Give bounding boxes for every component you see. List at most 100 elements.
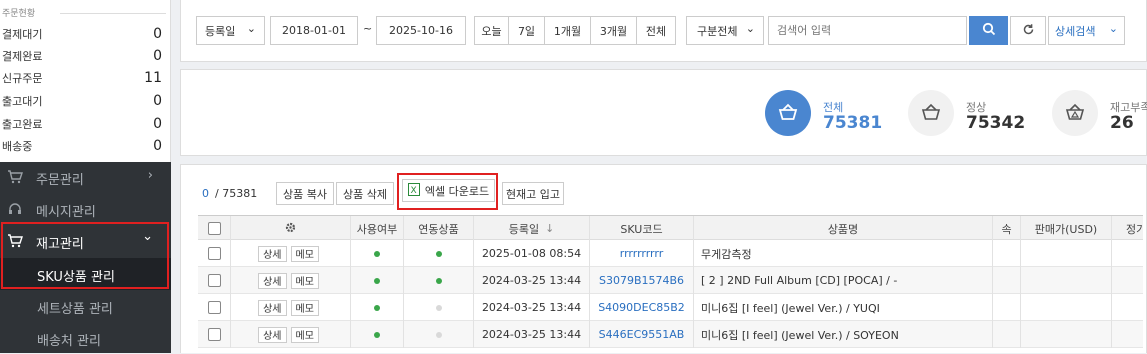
memo-button[interactable]: 메모 [290,299,319,316]
row-checkbox[interactable] [207,247,221,260]
cell-p2 [1112,240,1143,267]
detail-button[interactable]: 상세 [258,326,287,343]
header-settings[interactable] [231,216,351,241]
select-all-checkbox[interactable] [207,222,221,235]
table-row[interactable]: 상세 메모 2024-03-25 13:44 S446EC9551AB 미니6집 [I … [198,321,1143,348]
advanced-search-label: 상세검색 [1055,24,1096,38]
period-all-button[interactable]: 전체 [636,16,676,45]
status-dot [374,331,380,338]
summary-row-new-order[interactable]: 신규주문 11 [2,67,162,89]
reset-button[interactable] [1010,16,1046,45]
stat-low-stock-badge[interactable] [1052,90,1098,136]
memo-button[interactable]: 메모 [290,326,319,343]
stat-total-badge[interactable] [765,90,811,136]
cell-sku-link[interactable]: rrrrrrrrrr [590,240,694,267]
row-checkbox[interactable] [207,274,221,287]
chevron-right-icon: › [147,168,153,183]
cell-attr [993,321,1021,348]
cell-select [198,294,231,321]
advanced-search-button[interactable]: 상세검색 ⌄ [1048,16,1125,45]
date-range-separator: ~ [363,22,373,35]
search-button[interactable] [969,16,1008,45]
category-select[interactable]: 구분전체 ⌄ [686,16,764,45]
memo-button[interactable]: 메모 [290,245,319,262]
summary-row-ship-pending[interactable]: 출고대기 0 [2,90,162,112]
summary-label: 출고완료 [2,118,43,131]
cell-attr [993,294,1021,321]
cell-use [351,240,404,267]
selected-count: 0 [202,187,209,200]
cell-actions: 상세 메모 [231,267,351,294]
header-price-list: 정가(USD) [1112,216,1143,241]
period-1month-button[interactable]: 1개월 [544,16,591,45]
memo-button[interactable]: 메모 [290,272,319,289]
cell-linked [404,267,474,294]
stat-total-value: 75381 [823,113,883,133]
status-dot [374,304,380,311]
summary-label: 출고대기 [2,95,43,108]
table-row[interactable]: 상세 메모 2025-01-08 08:54 rrrrrrrrrr 무게감측정 [198,240,1143,267]
table-header: 사용여부 연동상품 등록일 ↓ SKU코드 상품명 속 판매가(USD) 정가(U… [198,215,1143,241]
cell-regdate: 2024-03-25 13:44 [474,321,590,348]
cell-sku-link[interactable]: S446EC9551AB [590,321,694,348]
period-today-button[interactable]: 오늘 [474,16,509,45]
search-input[interactable] [768,16,967,45]
summary-count: 0 [153,26,162,42]
cell-sku-link[interactable]: S3079B1574B6 [590,267,694,294]
period-7days-button[interactable]: 7일 [508,16,545,45]
total-count: / 75381 [215,187,258,200]
nav-shipper-management[interactable]: 배송처 관리 [0,322,171,354]
nav-label: 배송처 관리 [37,334,101,349]
summary-row-in-delivery[interactable]: 배송중 0 [2,135,162,157]
stat-low-stock-value: 26 [1110,113,1134,133]
row-checkbox[interactable] [207,301,221,314]
detail-button[interactable]: 상세 [258,299,287,316]
status-dot [374,277,380,284]
detail-button[interactable]: 상세 [258,245,287,262]
basket-icon [920,103,942,126]
nav-order-management[interactable]: 주문관리 › [0,162,171,194]
summary-row-shipped[interactable]: 출고완료 0 [2,113,162,135]
period-3months-button[interactable]: 3개월 [590,16,637,45]
row-checkbox[interactable] [207,328,221,341]
table-row[interactable]: 상세 메모 2024-03-25 13:44 S3079B1574B6[ 2 ] 2N… [198,267,1143,294]
order-summary-title: 주문현황 [2,9,36,19]
highlight-box [397,173,498,210]
cell-attr [993,267,1021,294]
cell-p1 [1021,321,1112,348]
copy-product-button[interactable]: 상품 복사 [276,182,334,205]
chevron-down-icon: ⌄ [246,22,256,35]
stat-normal-badge[interactable] [908,90,954,136]
stock-in-button[interactable]: 현재고 입고 [502,182,564,205]
table-row[interactable]: 상세 메모 2024-03-25 13:44 S4090DEC85B2 미니6집 [I … [198,294,1143,321]
header-select-all[interactable] [198,216,231,241]
header-name: 상품명 [694,216,993,241]
header-linked: 연동상품 [404,216,474,241]
cell-regdate: 2024-03-25 13:44 [474,294,590,321]
cell-p1 [1021,267,1112,294]
cell-p2 [1112,321,1143,348]
gear-icon[interactable] [285,222,296,236]
cell-use [351,294,404,321]
date-from-input[interactable]: 2018-01-01 [270,16,358,45]
cell-actions: 상세 메모 [231,321,351,348]
nav-set-product-management[interactable]: 세트상품 관리 [0,290,171,322]
cell-sku-link[interactable]: S4090DEC85B2 [590,294,694,321]
delete-product-button[interactable]: 상품 삭제 [336,182,394,205]
filter-bar: 등록일 ⌄ 2018-01-01 ~ 2025-10-16 오늘 7일 1개월 … [180,0,1147,62]
date-to-input[interactable]: 2025-10-16 [376,16,466,45]
summary-row-payment-pending[interactable]: 결제대기 0 [2,23,162,45]
sidebar: 주문현황 결제대기 0 결제완료 0 신규주문 11 출고대기 0 출고완료 0 배송중 0… [0,0,171,353]
summary-row-payment-complete[interactable]: 결제완료 0 [2,45,162,67]
cell-select [198,321,231,348]
cell-actions: 상세 메모 [231,294,351,321]
detail-button[interactable]: 상세 [258,272,287,289]
cell-p2 [1112,267,1143,294]
sort-down-icon: ↓ [545,222,555,235]
header-regdate[interactable]: 등록일 ↓ [474,216,590,241]
highlight-box [1,222,169,289]
header-regdate-label: 등록일 [508,222,540,236]
nav-label: 메시지관리 [36,205,96,220]
cell-product-name: [ 2 ] 2ND Full Album [CD] [POCA] / - [694,267,993,294]
date-type-select[interactable]: 등록일 ⌄ [196,16,265,45]
